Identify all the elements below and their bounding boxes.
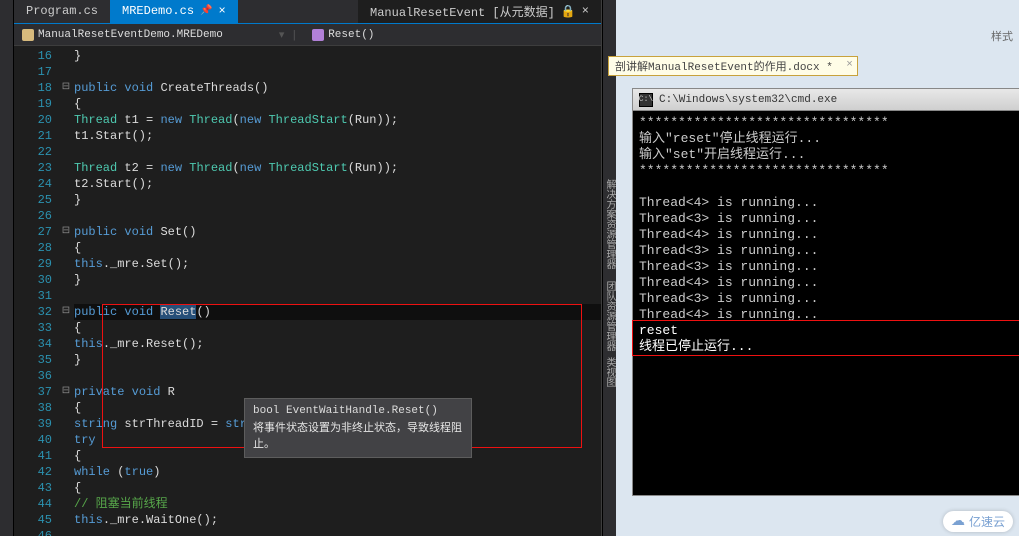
- code-line: {: [74, 96, 601, 112]
- tab-label: MREDemo.cs: [122, 4, 194, 18]
- code-line-current: public void Reset(): [74, 304, 601, 320]
- word-document-tab[interactable]: 剖讲解ManualResetEvent的作用.docx * ×: [608, 56, 858, 76]
- code-line: [74, 64, 601, 80]
- code-line: {: [74, 320, 601, 336]
- nav-scope[interactable]: ManualResetEventDemo.MREDemo: [14, 29, 231, 41]
- tab-preview[interactable]: ManualResetEvent [从元数据] 🔒 ×: [358, 0, 601, 23]
- code-line: // 阻塞当前线程: [74, 496, 601, 512]
- tab-mredemo[interactable]: MREDemo.cs 📌 ×: [110, 0, 238, 23]
- quick-info-tooltip: bool EventWaitHandle.Reset() 将事件状态设置为非终止…: [244, 398, 472, 458]
- cmd-icon: C:\: [639, 93, 653, 107]
- code-line: this._mre.Reset();: [74, 336, 601, 352]
- code-line: this._mre.Set();: [74, 256, 601, 272]
- code-line: Thread t1 = new Thread(new ThreadStart(R…: [74, 112, 601, 128]
- cmd-titlebar[interactable]: C:\ C:\Windows\system32\cmd.exe: [633, 89, 1019, 111]
- code-line: Thread t2 = new Thread(new ThreadStart(R…: [74, 160, 601, 176]
- class-icon: [22, 29, 34, 41]
- method-icon: [312, 29, 324, 41]
- word-tab-label: 剖讲解ManualResetEvent的作用.docx *: [615, 58, 833, 74]
- code-line: [74, 368, 601, 384]
- pin-icon[interactable]: 📌: [200, 5, 212, 17]
- watermark: ☁ 亿速云: [943, 511, 1013, 532]
- code-line: t1.Start();: [74, 128, 601, 144]
- tab-label: ManualResetEvent [从元数据]: [370, 3, 555, 20]
- code-line: }: [74, 272, 601, 288]
- cmd-window[interactable]: C:\ C:\Windows\system32\cmd.exe ********…: [632, 88, 1019, 496]
- code-line: this._mre.WaitOne();: [74, 512, 601, 528]
- editor-tabs: Program.cs MREDemo.cs 📌 × ManualResetEvent…: [14, 0, 601, 24]
- code-line: {: [74, 480, 601, 496]
- cmd-body[interactable]: ********************************输入"reset…: [633, 111, 1019, 495]
- right-pane: 样式 剖讲解ManualResetEvent的作用.docx * × C:\ C…: [616, 0, 1019, 536]
- code-line: {: [74, 240, 601, 256]
- left-toolwell[interactable]: [0, 0, 14, 536]
- code-line: }: [74, 352, 601, 368]
- code-body[interactable]: } public void CreateThreads() { Thread t…: [74, 46, 601, 536]
- editor-area[interactable]: 1617181920212223242526272829303132333435…: [14, 46, 601, 536]
- lock-icon: 🔒: [561, 4, 576, 19]
- watermark-text: 亿速云: [969, 513, 1005, 530]
- cmd-title-text: C:\Windows\system32\cmd.exe: [659, 94, 837, 106]
- right-toolwell[interactable]: 解决方案资源管理器 团队资源管理器 类视图: [602, 0, 616, 536]
- tab-label: Program.cs: [26, 4, 98, 18]
- fold-gutter[interactable]: ⊟⊟⊟⊟: [58, 46, 74, 536]
- code-line: }: [74, 192, 601, 208]
- nav-bar: ManualResetEventDemo.MREDemo ▾ | Reset(): [14, 24, 601, 46]
- nav-member[interactable]: ▾ | Reset(): [271, 28, 383, 42]
- ide-pane: Program.cs MREDemo.cs 📌 × ManualResetEvent…: [14, 0, 602, 536]
- line-gutter: 1617181920212223242526272829303132333435…: [14, 46, 58, 536]
- code-line: public void Set(): [74, 224, 601, 240]
- code-line: [74, 528, 601, 536]
- close-icon[interactable]: ×: [218, 4, 225, 18]
- cloud-icon: ☁: [951, 513, 965, 530]
- code-line: [74, 208, 601, 224]
- code-line: [74, 144, 601, 160]
- tooltip-description: 将事件状态设置为非终止状态，导致线程阻止。: [253, 419, 463, 451]
- tab-program[interactable]: Program.cs: [14, 0, 110, 23]
- code-line: while (true): [74, 464, 601, 480]
- close-icon[interactable]: ×: [846, 59, 853, 71]
- code-line: public void CreateThreads(): [74, 80, 601, 96]
- close-icon[interactable]: ×: [582, 4, 589, 18]
- code-line: }: [74, 48, 601, 64]
- code-line: t2.Start();: [74, 176, 601, 192]
- style-label: 样式: [991, 28, 1013, 44]
- tooltip-signature: bool EventWaitHandle.Reset(): [253, 405, 463, 417]
- code-line: [74, 288, 601, 304]
